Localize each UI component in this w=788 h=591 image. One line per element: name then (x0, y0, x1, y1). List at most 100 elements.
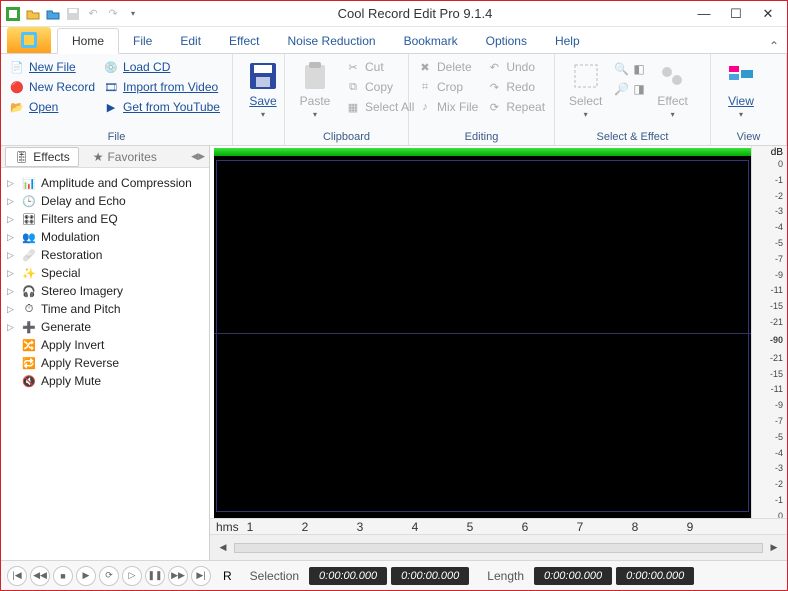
video-icon: 🎞 (103, 79, 119, 95)
qat-dropdown-icon[interactable]: ▾ (125, 6, 141, 22)
group-label: File (7, 130, 226, 144)
tree-node-11[interactable]: 🔇Apply Mute (5, 372, 205, 390)
tree-node-3[interactable]: ▷👥Modulation (5, 228, 205, 246)
marker-a-icon[interactable]: ◧ (633, 62, 644, 76)
tab-options[interactable]: Options (472, 29, 541, 53)
tab-edit[interactable]: Edit (166, 29, 215, 53)
quick-access-toolbar: ↶ ↷ ▾ (5, 6, 141, 22)
new-file-icon: 📄 (9, 59, 25, 75)
zoom-in-icon[interactable]: 🔍 (614, 62, 629, 76)
window-title: Cool Record Edit Pro 9.1.4 (141, 6, 689, 21)
expand-icon: ▷ (7, 250, 17, 261)
youtube-icon: ▶ (103, 99, 119, 115)
tree-node-10[interactable]: 🔁Apply Reverse (5, 354, 205, 372)
tab-file[interactable]: File (119, 29, 166, 53)
sidebar-tab-effects[interactable]: 🎚Effects (5, 147, 79, 167)
delete-button[interactable]: ✖Delete (415, 58, 480, 76)
node-icon: 🔇 (21, 373, 37, 389)
copy-button[interactable]: ⧉Copy (343, 78, 416, 96)
redo-button[interactable]: ↷Redo (484, 78, 547, 96)
sidebar-tab-favorites[interactable]: ★Favorites (85, 148, 165, 166)
play-selection-button[interactable]: ▷ (122, 566, 142, 586)
mix-file-button[interactable]: ♪Mix File (415, 98, 480, 116)
zoom-out-icon[interactable]: 🔎 (614, 82, 629, 96)
select-button[interactable]: Select▾ (561, 56, 610, 130)
stop-button[interactable]: ■ (53, 566, 73, 586)
delete-icon: ✖ (417, 59, 433, 75)
time-ruler[interactable]: hms 123456789 (210, 518, 787, 534)
tab-effect[interactable]: Effect (215, 29, 273, 53)
effects-tree[interactable]: ▷📊Amplitude and Compression▷🕒Delay and E… (1, 168, 209, 560)
node-label: Apply Reverse (41, 356, 119, 370)
tree-node-5[interactable]: ▷✨Special (5, 264, 205, 282)
crop-button[interactable]: ⌗Crop (415, 78, 480, 96)
select-icon (570, 60, 602, 92)
tab-noise-reduction[interactable]: Noise Reduction (274, 29, 390, 53)
main-area: 🎚Effects ★Favorites ◀▶ ▷📊Amplitude and C… (1, 146, 787, 560)
sidebar-next-icon[interactable]: ▶ (198, 151, 205, 162)
paste-button[interactable]: Paste▾ (291, 56, 339, 130)
tree-node-6[interactable]: ▷🎧Stereo Imagery (5, 282, 205, 300)
go-end-button[interactable]: ▶| (191, 566, 211, 586)
node-label: Filters and EQ (41, 212, 118, 226)
scroll-right-icon[interactable]: ▶ (767, 541, 781, 555)
waveform-canvas[interactable] (214, 148, 751, 518)
tree-node-9[interactable]: 🔀Apply Invert (5, 336, 205, 354)
qat-open2-icon[interactable] (45, 6, 61, 22)
qat-redo-icon[interactable]: ↷ (105, 6, 121, 22)
rewind-button[interactable]: ◀◀ (30, 566, 50, 586)
get-youtube-button[interactable]: ▶Get from YouTube (101, 98, 222, 116)
tab-home[interactable]: Home (57, 28, 119, 54)
tree-node-1[interactable]: ▷🕒Delay and Echo (5, 192, 205, 210)
tree-node-2[interactable]: ▷🎛Filters and EQ (5, 210, 205, 228)
record-button[interactable]: R (223, 569, 232, 583)
expand-icon: ▷ (7, 196, 17, 207)
tree-node-8[interactable]: ▷➕Generate (5, 318, 205, 336)
tab-bookmark[interactable]: Bookmark (390, 29, 472, 53)
ribbon-collapse-icon[interactable]: ⌃ (769, 39, 787, 53)
paste-icon (299, 60, 331, 92)
sidebar-prev-icon[interactable]: ◀ (191, 151, 198, 162)
view-button[interactable]: View▾ (717, 56, 765, 130)
qat-open-icon[interactable] (25, 6, 41, 22)
go-start-button[interactable]: |◀ (7, 566, 27, 586)
length-b-time: 0:00:00.000 (616, 567, 694, 585)
play-button[interactable]: ▶ (76, 566, 96, 586)
repeat-button[interactable]: ⟳Repeat (484, 98, 547, 116)
loop-button[interactable]: ⟳ (99, 566, 119, 586)
scroll-left-icon[interactable]: ◀ (216, 541, 230, 555)
node-label: Restoration (41, 248, 102, 262)
new-record-button[interactable]: 🔴New Record (7, 78, 97, 96)
undo-button[interactable]: ↶Undo (484, 58, 547, 76)
minimize-button[interactable]: — (689, 3, 719, 25)
application-menu-button[interactable] (7, 27, 51, 53)
horizontal-scrollbar[interactable] (234, 543, 763, 553)
marker-b-icon[interactable]: ◨ (633, 82, 644, 96)
mix-icon: ♪ (417, 99, 433, 115)
expand-icon (7, 358, 17, 368)
node-label: Amplitude and Compression (41, 176, 192, 190)
tree-node-0[interactable]: ▷📊Amplitude and Compression (5, 174, 205, 192)
qat-undo-icon[interactable]: ↶ (85, 6, 101, 22)
effect-button[interactable]: Effect▾ (649, 56, 697, 130)
open-button[interactable]: 📂Open (7, 98, 97, 116)
node-label: Modulation (41, 230, 100, 244)
select-all-icon: ▦ (345, 99, 361, 115)
cd-icon: 💿 (103, 59, 119, 75)
save-button[interactable]: Save ▾ (239, 56, 287, 142)
tab-help[interactable]: Help (541, 29, 594, 53)
tree-node-7[interactable]: ▷⏱Time and Pitch (5, 300, 205, 318)
pause-button[interactable]: ❚❚ (145, 566, 165, 586)
scroll-strip: ◀ ▶ (210, 534, 787, 560)
save-icon (247, 60, 279, 92)
forward-button[interactable]: ▶▶ (168, 566, 188, 586)
import-video-button[interactable]: 🎞Import from Video (101, 78, 222, 96)
qat-save-icon[interactable] (65, 6, 81, 22)
maximize-button[interactable]: ☐ (721, 3, 751, 25)
select-all-button[interactable]: ▦Select All (343, 98, 416, 116)
tree-node-4[interactable]: ▷🩹Restoration (5, 246, 205, 264)
load-cd-button[interactable]: 💿Load CD (101, 58, 222, 76)
new-file-button[interactable]: 📄New File (7, 58, 97, 76)
close-button[interactable]: ✕ (753, 3, 783, 25)
cut-button[interactable]: ✂Cut (343, 58, 416, 76)
